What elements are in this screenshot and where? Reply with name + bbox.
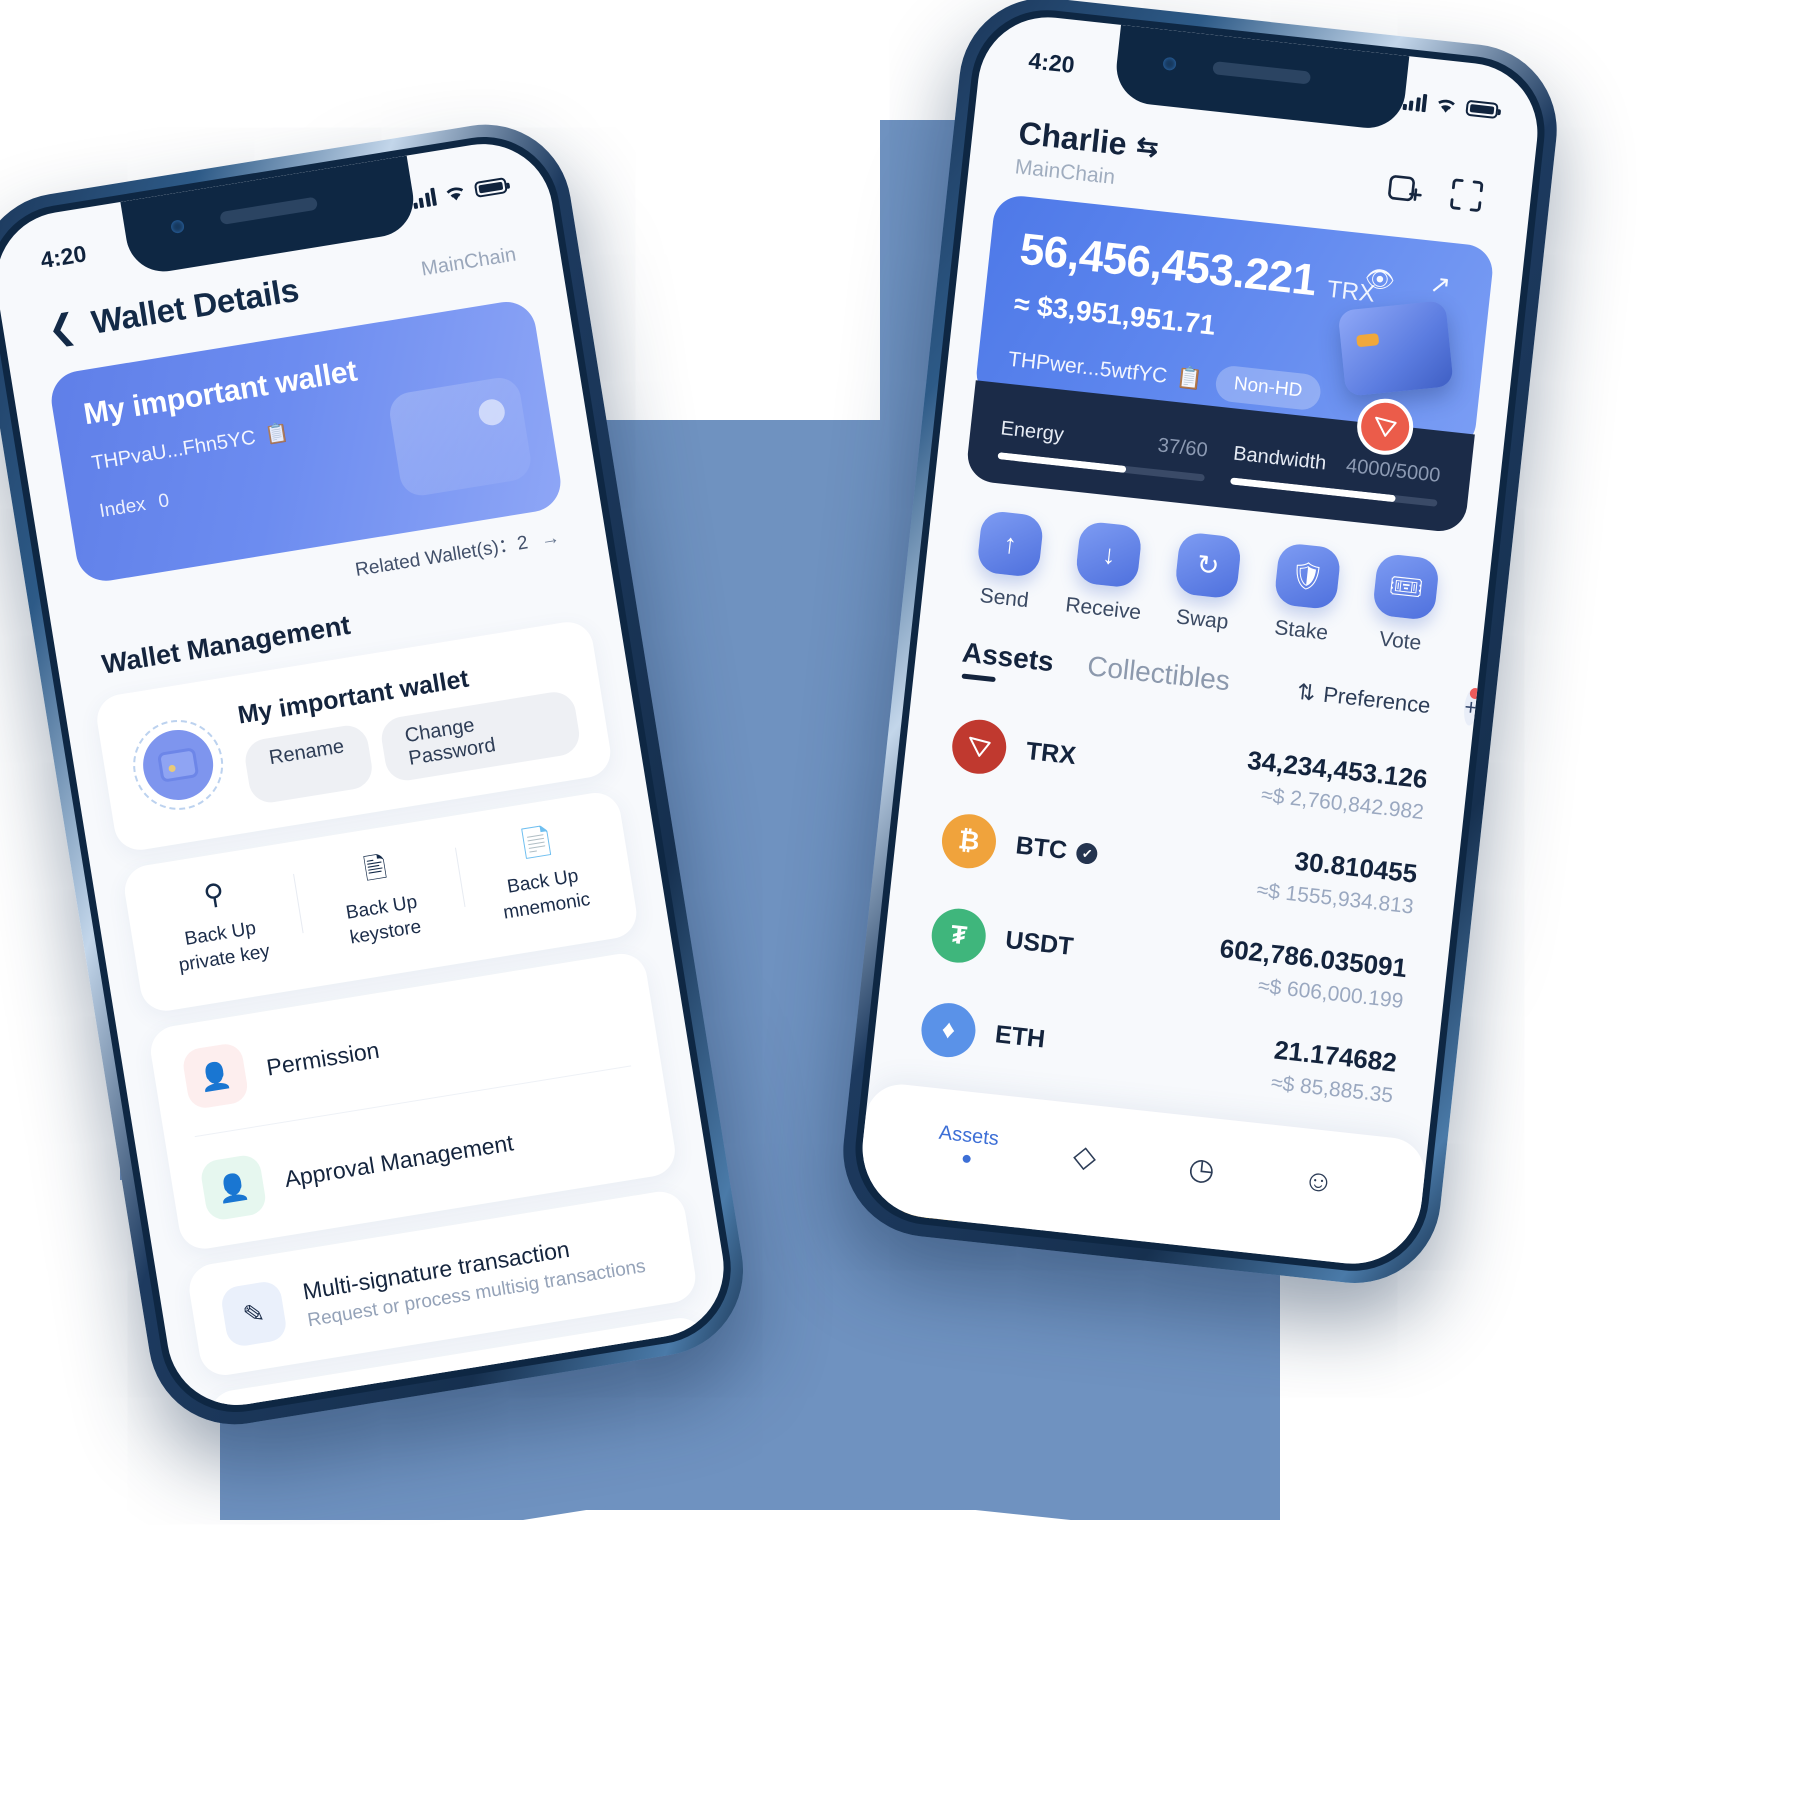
bandwidth-value: 4000 <box>1344 454 1392 482</box>
swap-icon: ↻ <box>1173 531 1243 600</box>
backup-private-key-label: Back Up private key <box>177 917 272 976</box>
status-time: 4:20 <box>38 239 89 273</box>
asset-fiat: ≈$ 85,885.35 <box>1269 1071 1395 1108</box>
asset-symbol: USDT <box>1004 925 1075 962</box>
screenshot-stage: 4:20 ❮ Wallet Details MainChain My impor… <box>0 0 1800 1800</box>
bandwidth-max: 5000 <box>1394 460 1442 487</box>
chain-label: MainChain <box>419 243 518 281</box>
arrow-up-icon: ↑ <box>975 509 1045 579</box>
energy-value: 37 <box>1156 434 1182 459</box>
action-swap-label: Swap <box>1174 605 1230 634</box>
action-stake-label: Stake <box>1273 616 1330 645</box>
btc-coin-icon: ₿ <box>939 810 999 871</box>
arrow-up-right-icon[interactable]: ↗ <box>1428 269 1452 301</box>
preference-label: Preference <box>1322 681 1432 719</box>
wifi-icon <box>1438 99 1455 113</box>
menu-item-approval-label: Approval Management <box>282 1129 516 1192</box>
asset-symbol: TRX <box>1024 736 1078 771</box>
bottom-nav-assets[interactable]: Assets <box>908 1119 1029 1169</box>
arrow-down-icon: ↓ <box>1074 520 1144 589</box>
action-receive[interactable]: ↓ Receive <box>1052 518 1162 626</box>
action-swap[interactable]: ↻ Swap <box>1151 529 1261 637</box>
bottom-nav-discover[interactable]: ◷ <box>1141 1146 1262 1193</box>
add-card-icon[interactable] <box>1383 166 1427 210</box>
status-time: 4:20 <box>1027 46 1076 78</box>
wallet-address-text: THPwer...5wtfYC <box>1007 347 1169 388</box>
action-receive-label: Receive <box>1064 593 1143 625</box>
copy-icon[interactable]: 📋 <box>1175 366 1203 393</box>
pencil-icon: ✎ <box>219 1279 289 1349</box>
eth-coin-icon: ♦ <box>918 999 979 1060</box>
trx-coin-icon <box>949 716 1010 777</box>
resource-bandwidth: Bandwidth 4000/5000 <box>1230 443 1441 507</box>
asset-symbol: BTC <box>1014 831 1069 865</box>
camera-icon <box>170 219 186 235</box>
copy-icon[interactable]: 📋 <box>263 420 291 447</box>
approval-user-check-icon: 👤 <box>199 1153 268 1223</box>
action-stake[interactable]: 🛡 Stake <box>1250 540 1360 648</box>
account-name: Charlie <box>1016 114 1129 163</box>
energy-max: 60 <box>1184 437 1209 462</box>
menu-item-permission-label: Permission <box>264 1036 382 1081</box>
mnemonic-icon: 📄 <box>516 824 557 861</box>
speaker-icon <box>219 196 319 226</box>
speaker-icon <box>1212 61 1312 85</box>
asset-symbol: ETH <box>993 1020 1047 1054</box>
backup-mnemonic-label: Back Up mnemonic <box>501 865 592 924</box>
screen-wallet-home: 4:20 Charlie ⇆ MainChain 👁 ↗ 56,456,453.… <box>855 10 1545 1271</box>
wallet-index-value: 0 <box>156 490 171 513</box>
backup-private-key-button[interactable]: ⚲ Back Up private key <box>131 868 307 984</box>
energy-label: Energy <box>999 417 1065 447</box>
battery-icon <box>1465 99 1499 120</box>
purse-icon <box>156 746 200 783</box>
permission-user-icon: 👤 <box>180 1041 250 1111</box>
shield-icon: 🛡 <box>1272 542 1342 611</box>
resource-energy: Energy 37/60 <box>997 417 1209 482</box>
wallet-avatar <box>126 712 230 817</box>
action-vote-label: Vote <box>1378 627 1423 655</box>
arrow-right-icon: → <box>539 527 562 551</box>
verified-badge-icon: ✓ <box>1075 841 1099 866</box>
asset-amount: 21.174682 <box>1272 1034 1399 1078</box>
page-title: Wallet Details <box>88 270 302 341</box>
action-send-label: Send <box>978 584 1030 613</box>
wallet-address-text: THPvaU...Fhn5YC <box>90 426 258 475</box>
battery-icon <box>473 177 508 198</box>
signal-icon <box>1402 92 1428 113</box>
compass-icon: ◷ <box>1186 1151 1217 1188</box>
signal-icon <box>411 187 437 210</box>
sort-icon: ⇅ <box>1295 678 1317 706</box>
active-dot-icon <box>961 1154 971 1164</box>
ticket-icon: 🎟 <box>1371 552 1441 622</box>
eye-icon[interactable]: 👁 <box>1363 264 1396 296</box>
wifi-icon <box>446 186 464 200</box>
layers-icon: ◇ <box>1071 1138 1099 1175</box>
usdt-coin-icon: ₮ <box>929 905 989 965</box>
bottom-nav-assets-label: Assets <box>937 1121 1000 1151</box>
bandwidth-label: Bandwidth <box>1232 442 1328 475</box>
backup-keystore-button[interactable]: 🖹 Back Up keystore <box>292 842 468 958</box>
wallet-3d-illustration <box>1337 300 1454 397</box>
bottom-nav-profile[interactable]: ☺ <box>1258 1159 1378 1205</box>
keystore-icon: 🖹 <box>361 851 389 886</box>
key-icon: ⚲ <box>201 877 227 912</box>
back-chevron-icon[interactable]: ❮ <box>45 307 79 349</box>
person-icon: ☺ <box>1301 1163 1336 1200</box>
hd-badge: Non-HD <box>1214 364 1322 412</box>
phone-bezel: 4:20 Charlie ⇆ MainChain 👁 ↗ 56,456,453.… <box>847 2 1553 1279</box>
action-send[interactable]: ↑ Send <box>953 508 1063 616</box>
camera-icon <box>1162 56 1177 72</box>
backup-keystore-label: Back Up keystore <box>344 891 423 949</box>
backup-mnemonic-button[interactable]: 📄 Back Up mnemonic <box>454 816 630 932</box>
action-vote[interactable]: 🎟 Vote <box>1349 551 1459 659</box>
rename-button[interactable]: Rename <box>242 722 375 806</box>
wallet-index-label: Index <box>97 493 148 523</box>
wallet-card-art <box>386 374 534 499</box>
link-icon: 🔗 <box>239 1406 309 1416</box>
add-token-button[interactable]: + <box>1462 689 1480 727</box>
swap-arrows-icon[interactable]: ⇆ <box>1135 130 1160 163</box>
bottom-nav-layers[interactable]: ◇ <box>1025 1133 1146 1180</box>
scan-icon[interactable] <box>1445 173 1489 217</box>
